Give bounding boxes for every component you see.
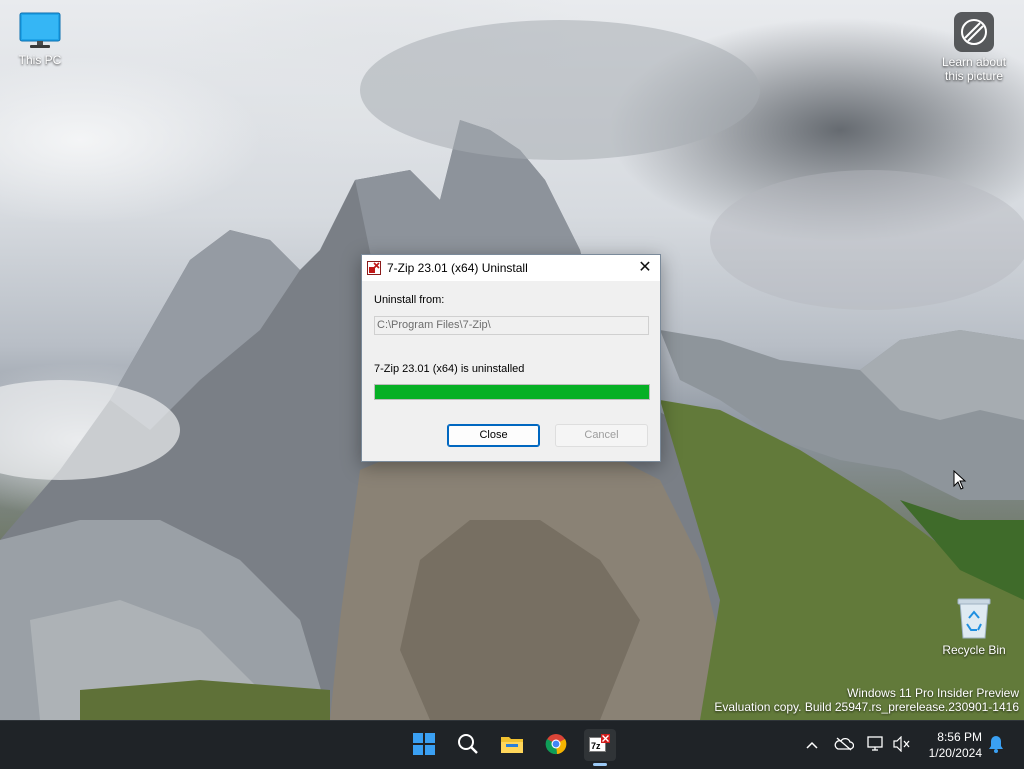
desktop-icon-learn-about-picture[interactable]: Learn about this picture (936, 12, 1012, 83)
volume-muted-icon (893, 735, 911, 755)
camera-icon (954, 12, 994, 52)
uninstall-progress-bar (374, 384, 650, 400)
status-text: 7-Zip 23.01 (x64) is uninstalled (374, 363, 525, 375)
show-hidden-icons-button[interactable] (802, 735, 822, 755)
desktop-icon-label: This PC (18, 53, 62, 67)
svg-text:7z: 7z (591, 741, 601, 751)
close-button[interactable]: Close (447, 424, 540, 447)
onedrive-tray-button[interactable] (834, 735, 855, 755)
file-explorer-icon (500, 734, 524, 757)
7zip-uninstall-icon: 7z (589, 733, 611, 757)
dialog-title: 7-Zip 23.01 (x64) Uninstall (387, 261, 528, 275)
notifications-button[interactable] (986, 735, 1006, 755)
chrome-icon (545, 733, 567, 758)
monitor-icon (18, 12, 62, 50)
taskbar: 7z 8:56 PM 1/20/2024 (0, 720, 1024, 769)
file-explorer-button[interactable] (496, 729, 528, 761)
dialog-titlebar[interactable]: 7-Zip 23.01 (x64) Uninstall ✕ (362, 255, 660, 281)
watermark-line-2: Evaluation copy. Build 25947.rs_prerelea… (714, 700, 1019, 714)
onedrive-icon (834, 737, 855, 754)
install-path-field: C:\Program Files\7-Zip\ (374, 316, 649, 335)
search-icon (457, 733, 479, 758)
volume-tray-button[interactable] (892, 735, 912, 755)
7zip-uninstall-taskbar-button[interactable]: 7z (584, 729, 616, 761)
7zip-app-icon (367, 261, 381, 275)
cancel-button: Cancel (555, 424, 648, 447)
recycle-bin-icon (956, 596, 992, 640)
chevron-up-icon (806, 738, 818, 752)
clock-date: 1/20/2024 (928, 746, 982, 760)
watermark-line-1: Windows 11 Pro Insider Preview (847, 686, 1019, 700)
network-tray-button[interactable] (866, 735, 886, 755)
progress-fill (375, 385, 649, 399)
desktop-icon-this-pc[interactable]: This PC (2, 12, 78, 67)
start-icon (413, 732, 435, 758)
close-icon[interactable]: ✕ (631, 255, 659, 281)
clock[interactable]: 8:56 PM 1/20/2024 (929, 729, 982, 761)
search-button[interactable] (452, 729, 484, 761)
start-button[interactable] (408, 729, 440, 761)
notification-bell-icon (988, 735, 1004, 756)
uninstall-dialog: 7-Zip 23.01 (x64) Uninstall ✕ Uninstall … (361, 254, 661, 462)
uninstall-from-label: Uninstall from: (374, 294, 445, 306)
active-app-indicator (593, 763, 607, 766)
mouse-cursor-icon (953, 469, 967, 493)
desktop-icon-label: Learn about this picture (941, 55, 1007, 83)
clock-time: 8:56 PM (937, 730, 982, 744)
os-watermark: Windows 11 Pro Insider Preview Evaluatio… (714, 686, 1019, 714)
chrome-button[interactable] (540, 729, 572, 761)
desktop-icon-label: Recycle Bin (942, 643, 1006, 657)
network-icon (867, 735, 885, 755)
desktop-icon-recycle-bin[interactable]: Recycle Bin (936, 596, 1012, 657)
